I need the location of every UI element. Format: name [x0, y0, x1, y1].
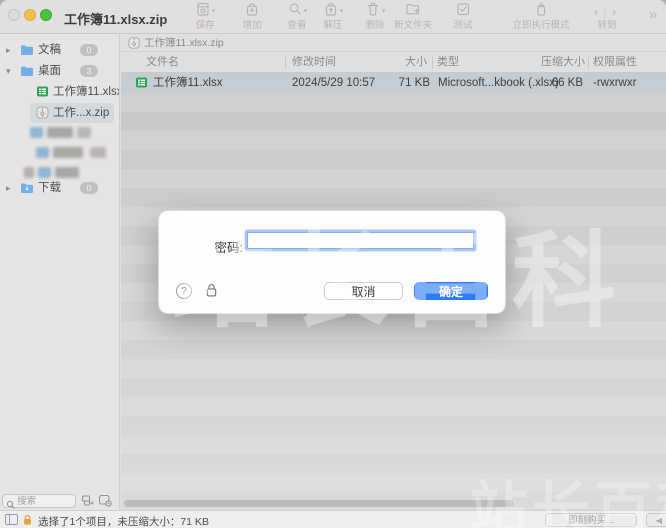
window-title: 工作簿11.xlsx.zip [64, 12, 168, 27]
folder-icon [20, 43, 34, 63]
disclosure-collapsed-icon[interactable]: ▸ [6, 40, 11, 60]
column-divider[interactable] [285, 56, 286, 69]
sidebar-item-zip-file[interactable]: 工作...x.zip [0, 103, 120, 123]
column-header-row: 文件名 修改时间 大小 类型 压缩大小 权限属性 [121, 52, 666, 73]
buy-now-button[interactable]: 即刻购买... [545, 513, 637, 527]
toolbar-go-label: 转到 [597, 20, 617, 31]
toolbar-extract-label: 解压 [323, 20, 343, 31]
extract-bag-icon [323, 1, 339, 22]
ok-button[interactable]: 确定 [414, 282, 488, 300]
toolbar-direct-mode-button[interactable]: 立即执行模式 [501, 1, 581, 33]
sidebar-toggle-icon[interactable] [5, 514, 18, 528]
zoom-button[interactable] [40, 9, 52, 21]
toolbar-save-label: 保存 [195, 20, 215, 31]
selection-status-text: 选择了1个项目，未压缩大小：71 KB [38, 516, 209, 528]
sidebar-item-redacted[interactable] [0, 144, 120, 162]
sidebar: ▸ 文稿 0 ▾ 桌面 3 工作簿11.xlsx 工作...x.zip ▸ 下载… [0, 34, 120, 492]
overflow-chevrons-icon: » [648, 6, 658, 23]
chevron-down-icon: ▾ [339, 8, 344, 15]
toolbar-save-button[interactable]: ▾ 保存 [183, 2, 227, 33]
toolbar-add-label: 增加 [242, 20, 262, 31]
column-header-type[interactable]: 类型 [437, 52, 459, 73]
item-count-badge: 0 [80, 44, 98, 56]
sidebar-item-label: 工作簿11.xlsx [53, 86, 119, 98]
toolbar-new-folder-button[interactable]: 新文件夹 [385, 2, 441, 33]
close-button[interactable] [8, 9, 20, 21]
item-count-badge: 0 [80, 182, 98, 194]
toolbar-test-label: 测试 [453, 20, 473, 31]
password-label: 密码: [214, 241, 243, 255]
minimize-button[interactable] [24, 9, 36, 21]
sidebar-item-label: 下载 [38, 182, 61, 194]
panel-toggle-button[interactable]: ◀ [646, 513, 666, 527]
search-field[interactable] [2, 494, 76, 509]
file-compressed-size: 66 KB [551, 77, 583, 89]
zip-file-icon [36, 106, 49, 126]
excel-file-icon [36, 85, 49, 105]
disclosure-collapsed-icon[interactable]: ▸ [6, 178, 11, 198]
lock-icon [204, 282, 222, 300]
toolbar-new-folder-label: 新文件夹 [393, 20, 432, 31]
toolbar-overflow-button[interactable]: » [641, 2, 665, 33]
direct-mode-jar-icon [533, 1, 549, 22]
file-name: 工作簿11.xlsx [153, 77, 223, 89]
column-header-modified[interactable]: 修改时间 [292, 52, 336, 73]
sidebar-item-xlsx-file[interactable]: 工作簿11.xlsx [0, 82, 120, 102]
sidebar-footer [0, 492, 120, 510]
view-magnifier-icon [287, 1, 303, 22]
test-checkbox-icon [455, 1, 471, 22]
password-dialog: 密码: ? 取消 确定 [158, 210, 506, 314]
app-window: 工作簿11.xlsx.zip ▾ 保存 增加 ▾ 查看 ▾ 解压 ▾ 删除 新文… [0, 0, 666, 528]
column-header-size[interactable]: 大小 [367, 52, 427, 73]
sidebar-item-documents[interactable]: ▸ 文稿 0 [0, 40, 120, 60]
archive-path-text: 工作簿11.xlsx.zip [144, 37, 224, 49]
column-header-compressed[interactable]: 压缩大小 [515, 52, 585, 73]
toolbar-go-button[interactable]: ‹ | › 转到 [583, 2, 631, 33]
folder-icon [20, 181, 34, 201]
toolbar-add-button[interactable]: 增加 [230, 2, 274, 33]
sidebar-item-label: 工作...x.zip [53, 107, 110, 119]
new-folder-icon [405, 1, 421, 22]
cancel-button[interactable]: 取消 [324, 282, 403, 300]
sidebar-item-desktop[interactable]: ▾ 桌面 3 [0, 61, 120, 81]
archive-lock-icon [22, 514, 33, 528]
help-button[interactable]: ? [176, 283, 192, 299]
status-bar: 选择了1个项目，未压缩大小：71 KB 即刻购买... ◀ [0, 510, 666, 528]
archive-path-bar: 工作簿11.xlsx.zip [121, 34, 666, 52]
column-header-name[interactable]: 文件名 [146, 52, 179, 73]
back-forward-icon: ‹ | › [593, 3, 621, 19]
sidebar-item-label: 桌面 [38, 65, 61, 77]
delete-trash-icon [365, 1, 381, 22]
column-header-permissions[interactable]: 权限属性 [593, 52, 637, 73]
search-input[interactable] [17, 495, 73, 507]
toolbar-direct-mode-label: 立即执行模式 [512, 20, 570, 31]
toolbar-extract-button[interactable]: ▾ 解压 [311, 2, 355, 33]
disclosure-expanded-icon[interactable]: ▾ [6, 61, 11, 81]
file-size: 71 KB [398, 77, 430, 89]
file-row-selected[interactable]: 工作簿11.xlsx 2024/5/29 10:57 71 KB Microso… [121, 73, 666, 93]
column-divider[interactable] [432, 56, 433, 69]
sidebar-item-label: 文稿 [38, 44, 61, 56]
item-count-badge: 3 [80, 65, 98, 77]
sidebar-item-downloads[interactable]: ▸ 下载 0 [0, 178, 120, 198]
column-divider[interactable] [588, 56, 589, 69]
window-titlebar: 工作簿11.xlsx.zip ▾ 保存 增加 ▾ 查看 ▾ 解压 ▾ 删除 新文… [0, 0, 666, 34]
chevron-down-icon: ▾ [303, 8, 308, 15]
toolbar-test-button[interactable]: 测试 [441, 2, 485, 33]
folder-icon [20, 64, 34, 84]
password-input[interactable] [247, 232, 474, 249]
add-bag-icon [244, 1, 260, 22]
sidebar-item-redacted[interactable] [0, 124, 120, 142]
file-permissions: -rwxrwxr [593, 77, 637, 89]
chevron-down-icon: ▾ [211, 8, 216, 15]
horizontal-scrollbar-thumb[interactable] [124, 500, 513, 507]
save-archive-icon [195, 1, 211, 22]
